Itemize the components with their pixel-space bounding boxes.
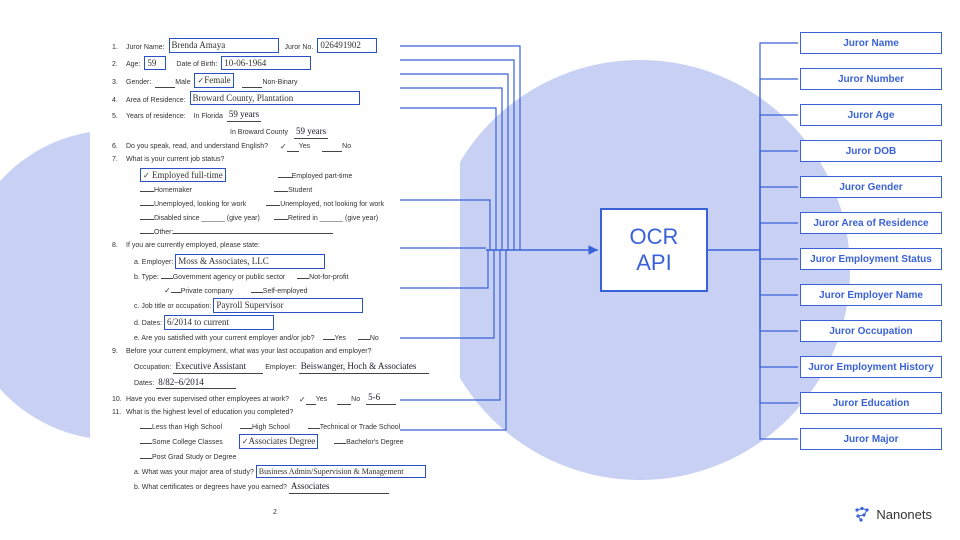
nanonets-logo-icon: [854, 506, 870, 522]
field-box: Juror Education: [800, 392, 942, 414]
field-box: Juror Area of Residence: [800, 212, 942, 234]
ocr-api-box: OCRAPI: [600, 208, 708, 292]
form-document: 1. Juror Name: Brenda Amaya Juror No. 02…: [90, 20, 460, 500]
field-gender: ✓Female: [194, 73, 234, 88]
field-box: Juror Age: [800, 104, 942, 126]
field-employer: Moss & Associates, LLC: [175, 254, 325, 269]
brand-label: Nanonets: [854, 506, 932, 522]
field-dob: 10-06-1964: [221, 56, 311, 71]
field-box: Juror Employment History: [800, 356, 942, 378]
field-juror-number: 026491902: [317, 38, 377, 53]
field-age: 59: [144, 56, 166, 71]
field-employment-history: Occupation: Executive Assistant Employer…: [134, 360, 438, 374]
field-box: Juror Name: [800, 32, 942, 54]
field-box: Juror Gender: [800, 176, 942, 198]
field-occupation: Payroll Supervisor: [213, 298, 363, 313]
output-fields: Juror Name Juror Number Juror Age Juror …: [800, 32, 942, 464]
field-education: ✓Associates Degree: [239, 434, 318, 449]
field-area: Broward County, Plantation: [190, 91, 360, 106]
field-juror-name: Brenda Amaya: [169, 38, 279, 53]
field-employment-status: ✓ Employed full-time: [140, 168, 226, 183]
field-major: Business Admin/Supervision & Management: [256, 465, 426, 478]
field-box: Juror DOB: [800, 140, 942, 162]
field-box: Juror Employer Name: [800, 284, 942, 306]
field-box: Juror Employment Status: [800, 248, 942, 270]
field-box: Juror Occupation: [800, 320, 942, 342]
field-box: Juror Number: [800, 68, 942, 90]
field-box: Juror Major: [800, 428, 942, 450]
